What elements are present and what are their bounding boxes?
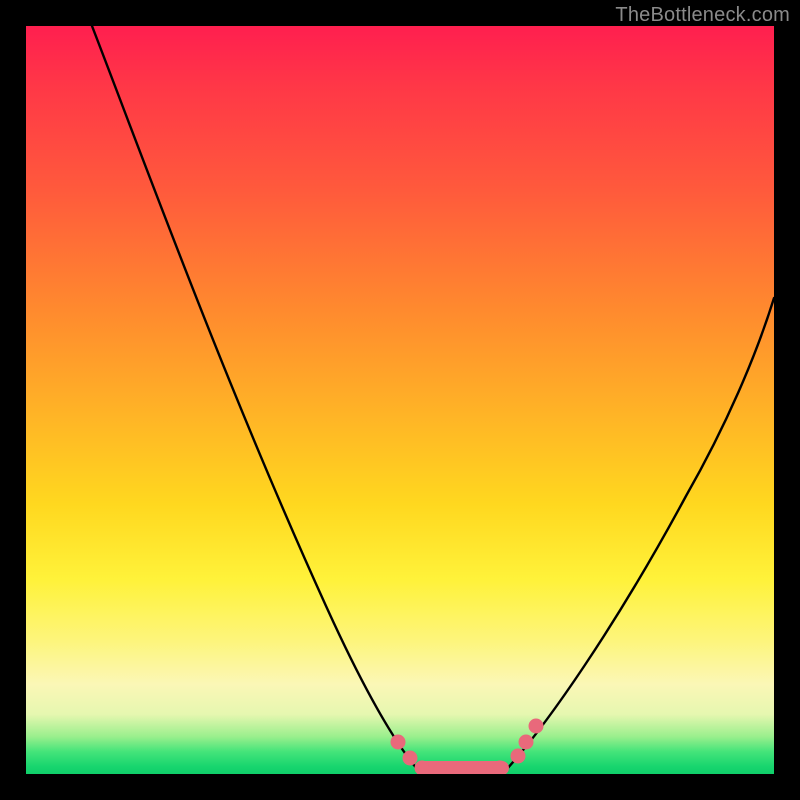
chart-frame: TheBottleneck.com (0, 0, 800, 800)
watermark-text: TheBottleneck.com (615, 4, 790, 27)
right-branch-path (506, 298, 774, 770)
left-branch-path (92, 26, 418, 770)
chart-svg (26, 26, 774, 774)
chart-plot-area (26, 26, 774, 774)
